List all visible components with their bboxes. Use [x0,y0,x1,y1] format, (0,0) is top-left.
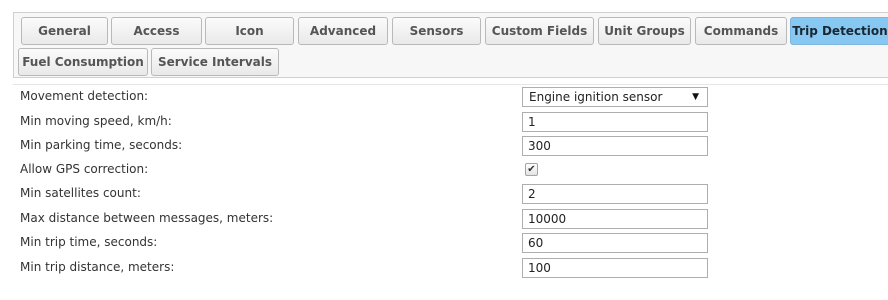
min-trip-time-input[interactable] [522,233,708,253]
tab-advanced[interactable]: Advanced [298,17,388,45]
tab-icon[interactable]: Icon [205,17,294,45]
tab-service-intervals[interactable]: Service Intervals [151,48,279,76]
tab-access[interactable]: Access [111,17,202,45]
allow-gps-correction-label: Allow GPS correction: [20,162,149,176]
min-parking-time-label: Min parking time, seconds: [20,138,183,152]
min-satellites-row: Min satellites count: [20,183,880,205]
min-trip-distance-row: Min trip distance, meters: [20,257,880,279]
movement-detection-value: Engine ignition sensor [529,90,663,104]
allow-gps-correction-checkbox[interactable]: ✔ [525,163,538,176]
min-trip-time-label: Min trip time, seconds: [20,235,158,249]
min-satellites-label: Min satellites count: [20,186,141,200]
min-trip-distance-label: Min trip distance, meters: [20,260,175,274]
min-parking-time-row: Min parking time, seconds: [20,135,880,157]
min-parking-time-input[interactable] [522,136,708,156]
tab-commands[interactable]: Commands [695,17,787,45]
max-distance-input[interactable] [522,209,708,229]
tab-custom-fields[interactable]: Custom Fields [485,17,594,45]
tab-sensors[interactable]: Sensors [392,17,481,45]
min-moving-speed-row: Min moving speed, km/h: [20,111,880,133]
tab-general[interactable]: General [21,17,108,45]
min-satellites-input[interactable] [522,184,708,204]
checkmark-icon: ✔ [527,164,536,175]
tab-unit-groups[interactable]: Unit Groups [598,17,691,45]
movement-detection-label: Movement detection: [20,89,149,103]
movement-detection-row: Movement detection: Engine ignition sens… [20,86,880,108]
max-distance-label: Max distance between messages, meters: [20,211,274,225]
allow-gps-correction-row: Allow GPS correction: ✔ [20,159,880,181]
movement-detection-select[interactable]: Engine ignition sensor ▼ [522,87,708,107]
unit-properties-dialog: General Access Icon Advanced Sensors Cus… [0,0,888,300]
divider [13,84,888,85]
tab-trip-detection[interactable]: Trip Detection [790,17,888,45]
tab-bar: General Access Icon Advanced Sensors Cus… [13,12,888,78]
min-trip-distance-input[interactable] [522,258,708,278]
max-distance-row: Max distance between messages, meters: [20,208,880,230]
min-trip-time-row: Min trip time, seconds: [20,232,880,254]
tab-fuel-consumption[interactable]: Fuel Consumption [18,48,148,76]
triangle-down-icon: ▼ [692,92,699,102]
min-moving-speed-input[interactable] [522,112,708,132]
min-moving-speed-label: Min moving speed, km/h: [20,114,172,128]
